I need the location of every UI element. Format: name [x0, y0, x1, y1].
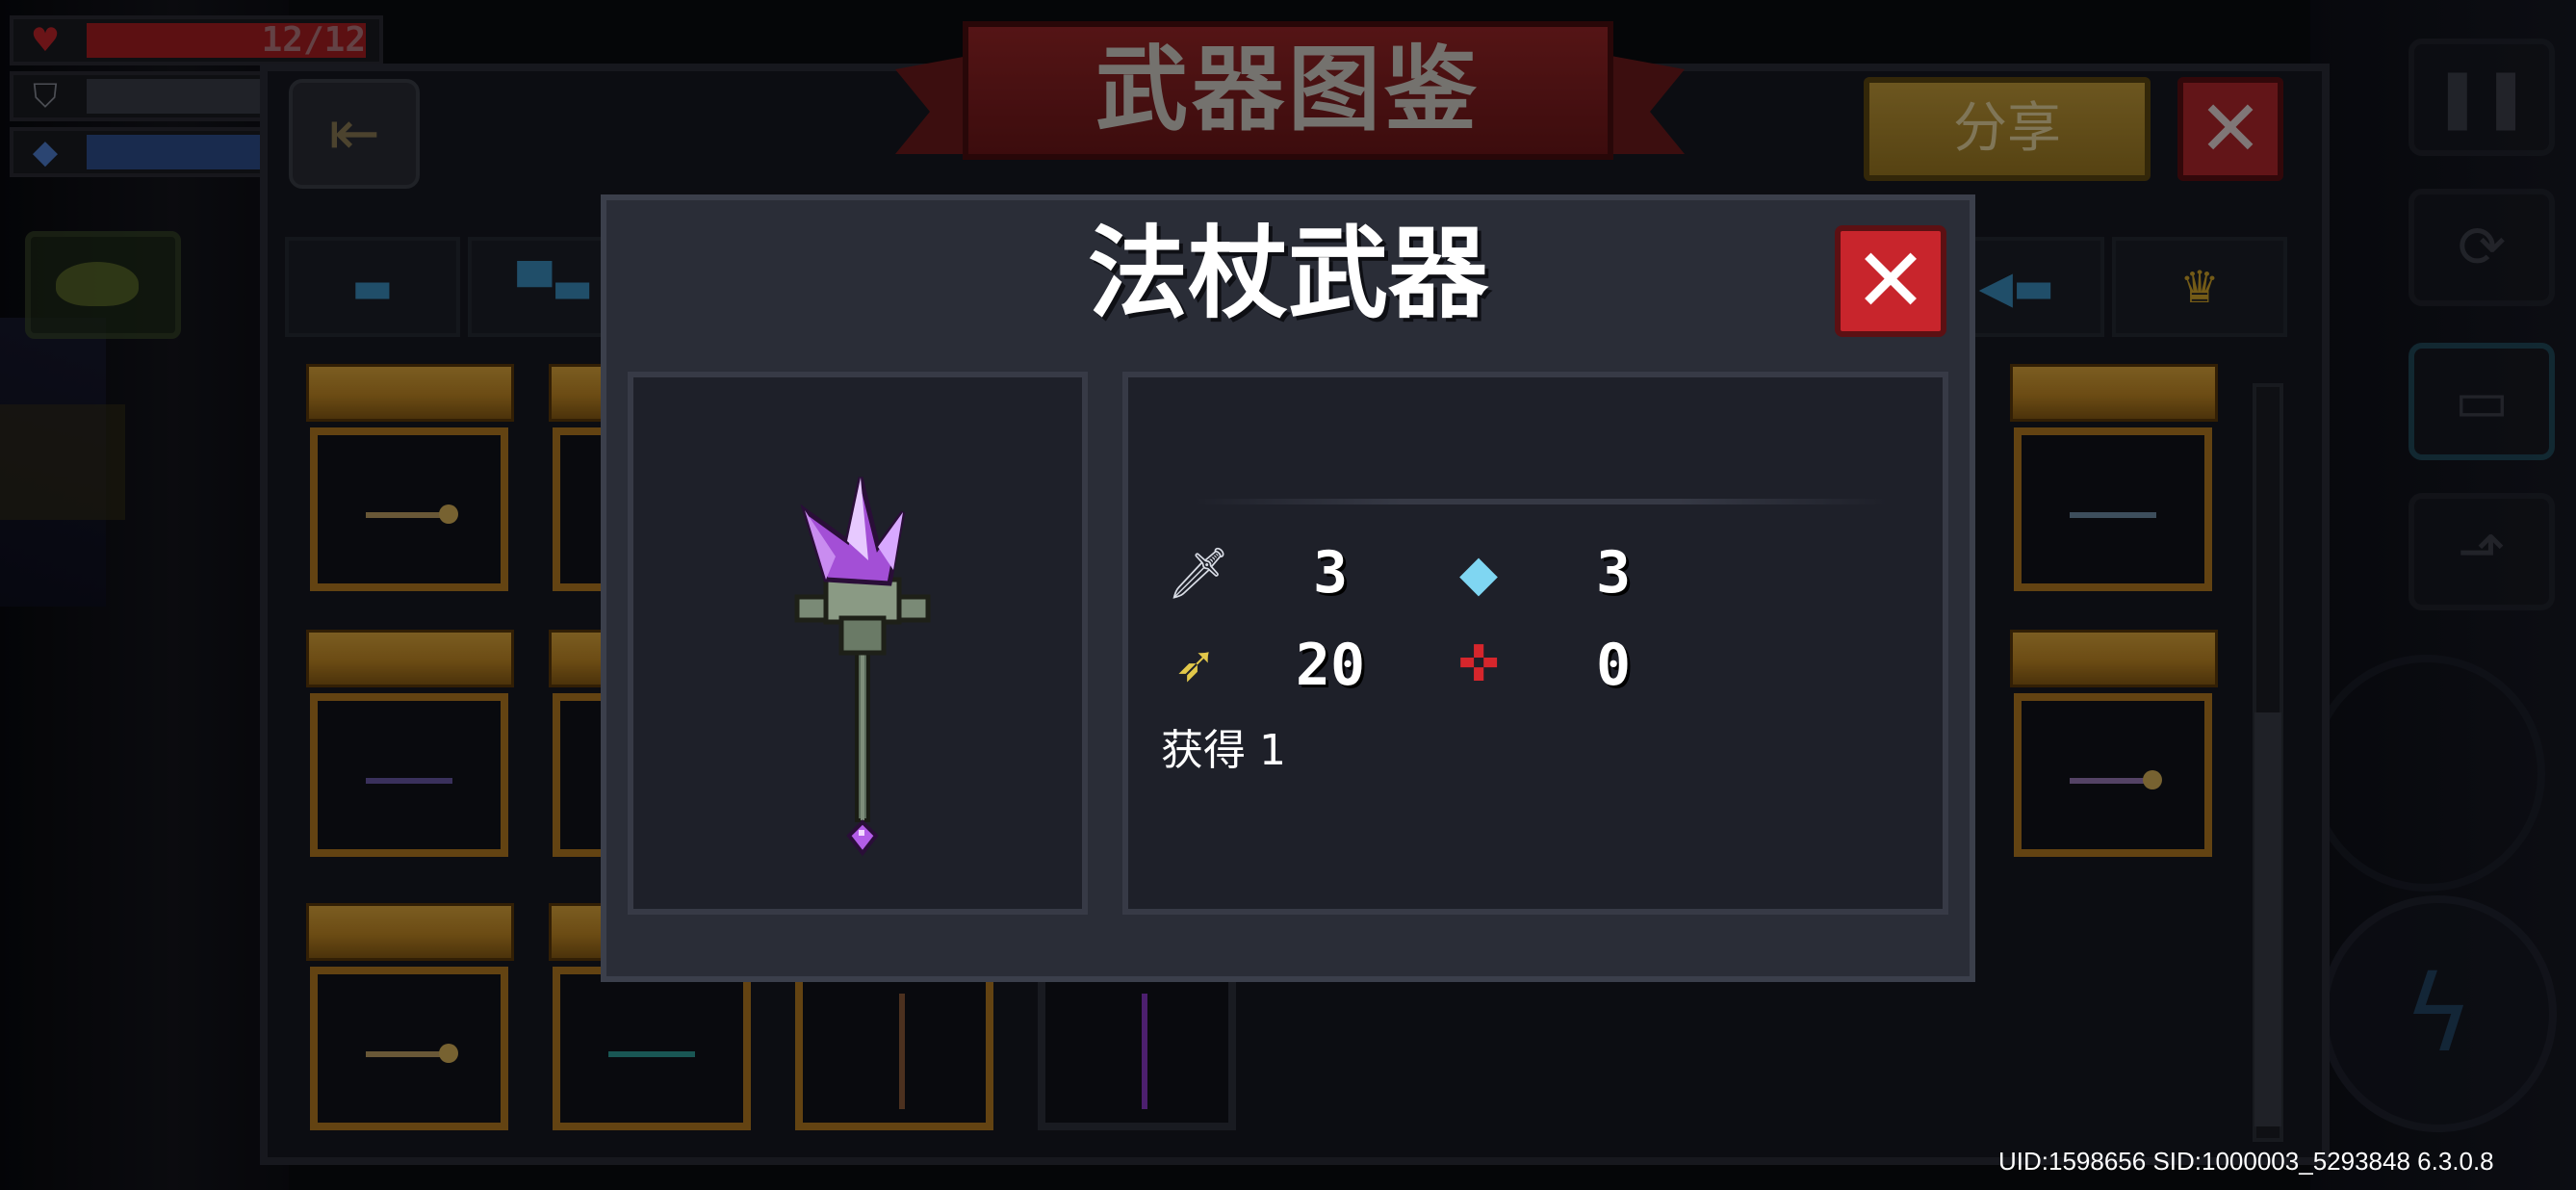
weapon-preview-panel — [628, 372, 1088, 915]
energy-cost-value: 3 — [1595, 539, 1632, 607]
crystal-staff-icon — [794, 477, 931, 857]
energy-crystal-icon: ◆ — [1459, 545, 1498, 603]
fire-rate-value: 20 — [1295, 632, 1366, 699]
attack-value: 3 — [1312, 539, 1349, 607]
obtained-count: 获得 1 — [1161, 726, 1286, 775]
close-dialog-button[interactable]: ✕ — [1835, 225, 1946, 337]
crosshair-icon: ✜ — [1457, 635, 1500, 693]
dialog-title: 法杖武器 — [1087, 215, 1488, 332]
close-icon: ✕ — [1853, 229, 1928, 332]
stats-divider — [1194, 499, 1887, 504]
uid-info: UID:1598656 SID:1000003_5293848 6.3.0.8 — [1998, 1147, 2494, 1176]
sword-icon: 🗡 — [1167, 545, 1231, 603]
bullet-icon: ➶ — [1174, 635, 1217, 693]
weapon-stats-panel — [1122, 372, 1948, 915]
accuracy-value: 0 — [1595, 632, 1632, 699]
